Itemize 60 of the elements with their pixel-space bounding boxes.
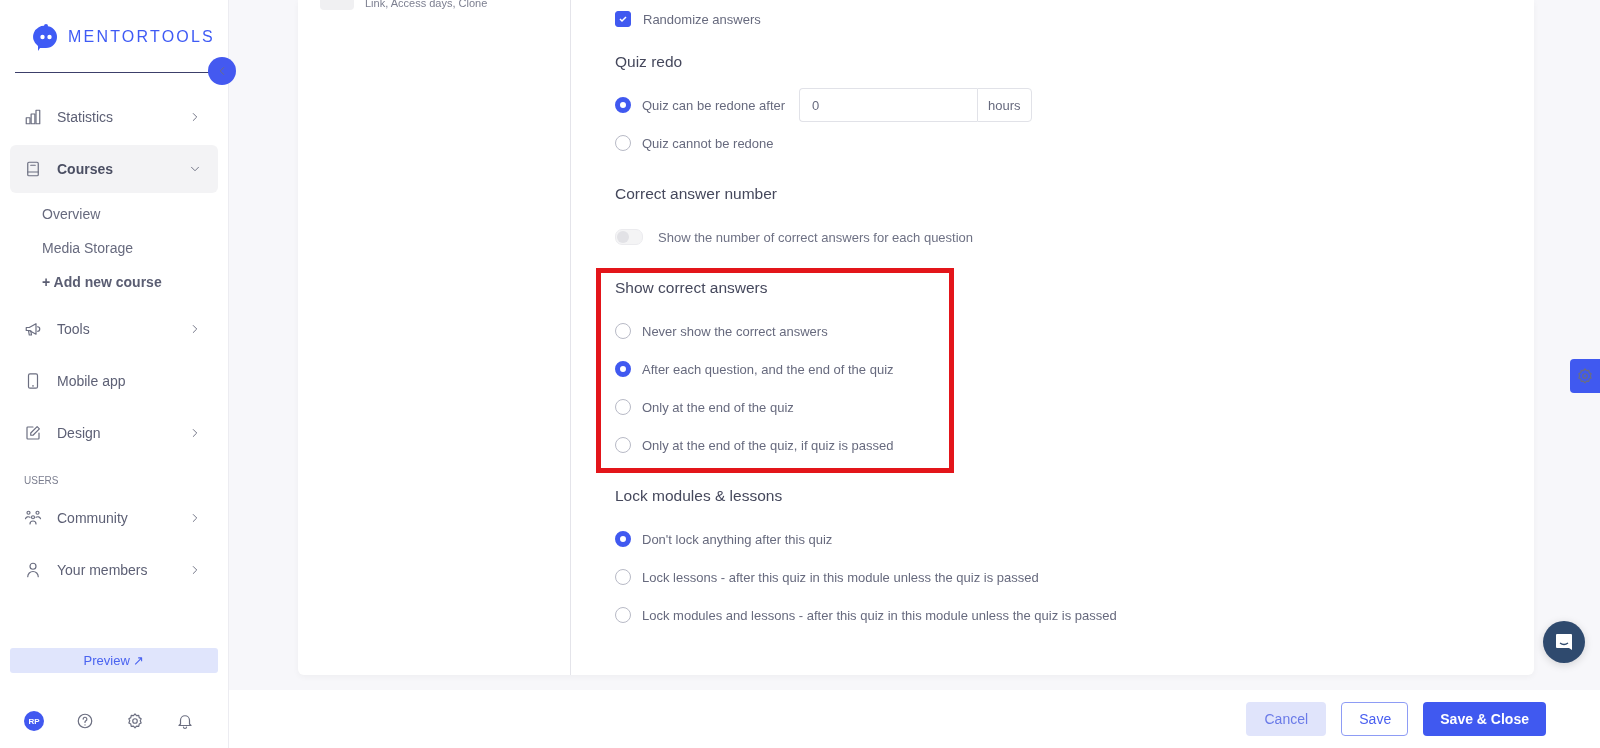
- item-subtitle: Link, Access days, Clone: [365, 0, 488, 9]
- radio-button[interactable]: [615, 135, 631, 151]
- preview-button[interactable]: Preview ↗: [10, 648, 218, 673]
- option-label: After each question, and the end of the quiz: [642, 361, 894, 377]
- book-icon: [24, 160, 42, 178]
- radio-button[interactable]: [615, 437, 631, 453]
- option-label: Lock modules and lessons - after this quiz in this module unless the quiz is passed: [642, 607, 1117, 623]
- option-label: Only at the end of the quiz: [642, 399, 794, 415]
- settings-icon: [1576, 367, 1594, 385]
- nav-item[interactable]: Mobile app: [10, 357, 218, 405]
- section-heading: Show correct answers: [615, 278, 769, 298]
- option-label: Don't lock anything after this quiz: [642, 531, 833, 547]
- nav-item[interactable]: Tools: [10, 305, 218, 353]
- help-icon: [76, 712, 94, 730]
- radio-button[interactable]: [615, 569, 631, 585]
- option-label: Quiz cannot be redone: [642, 135, 774, 151]
- logo-text: MENTORTOOLS: [68, 28, 215, 46]
- user-avatar[interactable]: RP: [24, 711, 44, 731]
- section-heading: Quiz redo: [615, 52, 684, 72]
- section-label: USERS: [23, 474, 60, 488]
- radio-button[interactable]: [615, 361, 631, 377]
- bar-chart-icon: [24, 108, 42, 126]
- unit-label: hours: [977, 88, 1032, 122]
- people-icon: [24, 509, 42, 527]
- check-icon: [618, 14, 628, 24]
- checkbox[interactable]: [615, 11, 631, 27]
- add-course-link[interactable]: + Add new course: [10, 265, 218, 299]
- hours-field[interactable]: 0: [799, 88, 978, 122]
- nav-subitem[interactable]: Overview: [10, 197, 218, 231]
- pencil-icon: [24, 424, 42, 442]
- nav-subitem[interactable]: Media Storage: [10, 231, 218, 265]
- nav-item[interactable]: Statistics: [10, 93, 218, 141]
- option-label: Show the number of correct answers for each question: [658, 229, 974, 245]
- save-close-button[interactable]: Save & Close: [1423, 702, 1546, 736]
- section-heading: Correct answer number: [615, 184, 778, 204]
- bell-icon: [176, 712, 194, 730]
- settings-icon: [126, 712, 144, 730]
- section-heading: Lock modules & lessons: [615, 486, 784, 506]
- nav-item[interactable]: Community: [10, 494, 218, 542]
- radio-button[interactable]: [615, 323, 631, 339]
- chat-bubble-icon: [1554, 632, 1574, 652]
- option-label: Never show the correct answers: [642, 323, 828, 339]
- nav-item[interactable]: Your members: [10, 546, 218, 594]
- nav-item[interactable]: Courses: [10, 145, 218, 193]
- nav-item[interactable]: Design: [10, 409, 218, 457]
- option-label: Only at the end of the quiz, if quiz is passed: [642, 437, 894, 453]
- radio-button[interactable]: [615, 531, 631, 547]
- megaphone-icon: [24, 320, 42, 338]
- settings-tab[interactable]: [1570, 359, 1600, 393]
- radio-button[interactable]: [615, 607, 631, 623]
- option-label: Quiz can be redone after: [642, 97, 786, 113]
- person-icon: [24, 561, 42, 579]
- collapse-button[interactable]: [208, 57, 236, 85]
- radio-button[interactable]: [615, 97, 631, 113]
- checkbox-label: Randomize answers: [643, 11, 761, 27]
- save-button[interactable]: Save: [1341, 702, 1409, 736]
- option-label: Lock lessons - after this quiz in this module unless the quiz is passed: [642, 569, 1039, 585]
- radio-button[interactable]: [615, 399, 631, 415]
- chat-button[interactable]: [1543, 621, 1585, 663]
- robot-logo-icon: [32, 23, 60, 51]
